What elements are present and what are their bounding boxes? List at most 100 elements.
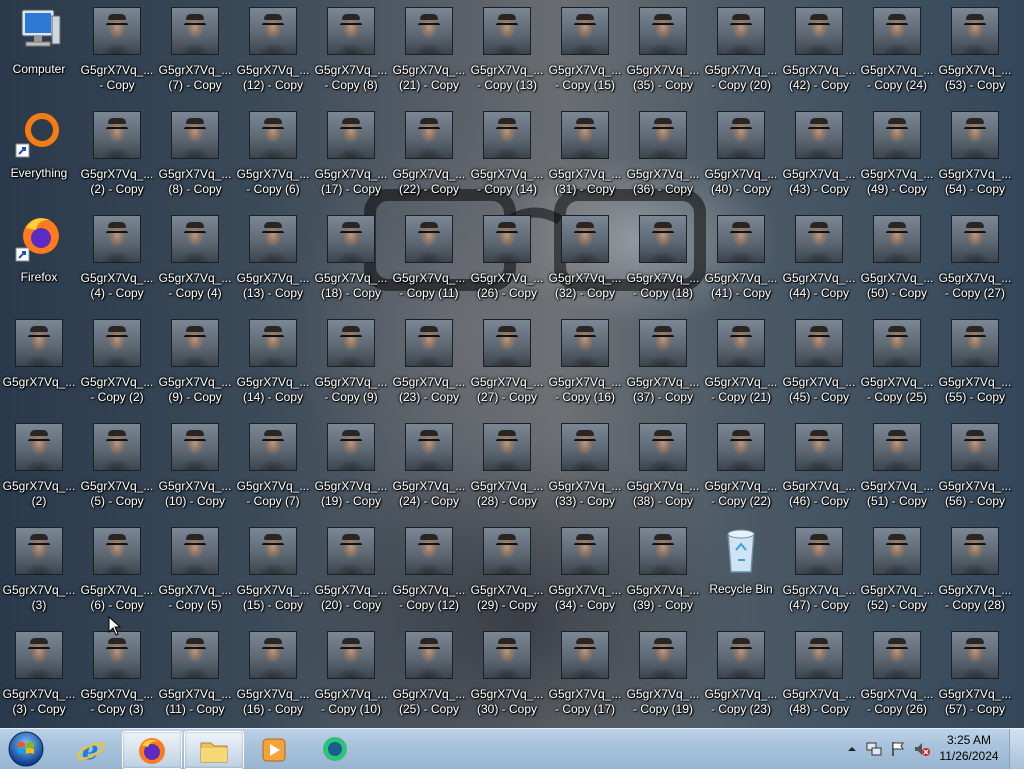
image-file-desktop-icon[interactable]: G5grX7Vq_... - Copy (6) [234,108,312,212]
image-file-desktop-icon[interactable]: G5grX7Vq_... (17) - Copy [312,108,390,212]
image-file-desktop-icon[interactable]: G5grX7Vq_... (43) - Copy [780,108,858,212]
image-file-desktop-icon[interactable]: G5grX7Vq_... (44) - Copy [780,212,858,316]
taskbar-green-chat-app[interactable] [306,731,364,767]
image-file-desktop-icon[interactable]: G5grX7Vq_... (55) - Copy [936,316,1014,420]
image-file-desktop-icon[interactable]: G5grX7Vq_... - Copy (7) [234,420,312,524]
image-file-desktop-icon[interactable]: G5grX7Vq_... (56) - Copy [936,420,1014,524]
image-file-desktop-icon[interactable]: G5grX7Vq_... - Copy [78,4,156,108]
image-file-desktop-icon[interactable]: G5grX7Vq_... - Copy (13) [468,4,546,108]
desktop-background[interactable]: Computer Everything Firefox Recycle Bin G5gr… [0,0,1024,728]
image-file-desktop-icon[interactable]: G5grX7Vq_... (49) - Copy [858,108,936,212]
image-file-desktop-icon[interactable]: G5grX7Vq_... - Copy (9) [312,316,390,420]
image-file-desktop-icon[interactable]: G5grX7Vq_... (51) - Copy [858,420,936,524]
image-file-desktop-icon[interactable]: G5grX7Vq_... - Copy (24) [858,4,936,108]
image-file-desktop-icon[interactable]: G5grX7Vq_... (30) - Copy [468,628,546,728]
image-file-desktop-icon[interactable]: G5grX7Vq_... (42) - Copy [780,4,858,108]
image-file-desktop-icon[interactable]: G5grX7Vq_... - Copy (11) [390,212,468,316]
image-file-desktop-icon[interactable]: G5grX7Vq_... - Copy (4) [156,212,234,316]
image-file-desktop-icon[interactable]: G5grX7Vq_... (3) - Copy [0,628,78,728]
image-file-desktop-icon[interactable]: G5grX7Vq_... (34) - Copy [546,524,624,628]
image-file-desktop-icon[interactable]: G5grX7Vq_... - Copy (14) [468,108,546,212]
image-file-desktop-icon[interactable]: G5grX7Vq_... - Copy (17) [546,628,624,728]
start-button[interactable] [6,730,46,768]
image-file-desktop-icon[interactable]: G5grX7Vq_... - Copy (16) [546,316,624,420]
firefox-desktop-icon[interactable]: Firefox [0,212,78,316]
image-file-desktop-icon[interactable]: G5grX7Vq_... [0,316,78,420]
image-file-desktop-icon[interactable]: G5grX7Vq_... (48) - Copy [780,628,858,728]
image-file-desktop-icon[interactable]: G5grX7Vq_... - Copy (22) [702,420,780,524]
recycle-bin-desktop-icon[interactable]: Recycle Bin [702,524,780,628]
image-file-desktop-icon[interactable]: G5grX7Vq_... - Copy (12) [390,524,468,628]
image-file-desktop-icon[interactable]: G5grX7Vq_... - Copy (27) [936,212,1014,316]
image-file-desktop-icon[interactable]: G5grX7Vq_... (47) - Copy [780,524,858,628]
image-file-desktop-icon[interactable]: G5grX7Vq_... (2) [0,420,78,524]
image-file-desktop-icon[interactable]: G5grX7Vq_... (53) - Copy [936,4,1014,108]
image-file-desktop-icon[interactable]: G5grX7Vq_... (11) - Copy [156,628,234,728]
network-tray-icon[interactable] [866,741,882,757]
image-file-desktop-icon[interactable]: G5grX7Vq_... - Copy (18) [624,212,702,316]
image-file-desktop-icon[interactable]: G5grX7Vq_... - Copy (19) [624,628,702,728]
image-file-desktop-icon[interactable]: G5grX7Vq_... (25) - Copy [390,628,468,728]
image-file-desktop-icon[interactable]: G5grX7Vq_... (18) - Copy [312,212,390,316]
image-file-desktop-icon[interactable]: G5grX7Vq_... (22) - Copy [390,108,468,212]
image-file-desktop-icon[interactable]: G5grX7Vq_... (45) - Copy [780,316,858,420]
image-file-desktop-icon[interactable]: G5grX7Vq_... (14) - Copy [234,316,312,420]
image-file-desktop-icon[interactable]: G5grX7Vq_... (26) - Copy [468,212,546,316]
image-file-desktop-icon[interactable]: G5grX7Vq_... (24) - Copy [390,420,468,524]
image-file-desktop-icon[interactable]: G5grX7Vq_... - Copy (10) [312,628,390,728]
image-file-desktop-icon[interactable]: G5grX7Vq_... (27) - Copy [468,316,546,420]
image-file-desktop-icon[interactable]: G5grX7Vq_... (57) - Copy [936,628,1014,728]
image-file-desktop-icon[interactable]: G5grX7Vq_... (4) - Copy [78,212,156,316]
image-file-desktop-icon[interactable]: G5grX7Vq_... (12) - Copy [234,4,312,108]
image-file-desktop-icon[interactable]: G5grX7Vq_... - Copy (23) [702,628,780,728]
computer-desktop-icon[interactable]: Computer [0,4,78,108]
image-file-desktop-icon[interactable]: G5grX7Vq_... - Copy (15) [546,4,624,108]
taskbar-media-player[interactable] [245,731,303,767]
image-file-desktop-icon[interactable]: G5grX7Vq_... (6) - Copy [78,524,156,628]
image-file-desktop-icon[interactable]: G5grX7Vq_... (13) - Copy [234,212,312,316]
image-file-desktop-icon[interactable]: G5grX7Vq_... (2) - Copy [78,108,156,212]
image-file-desktop-icon[interactable]: G5grX7Vq_... (9) - Copy [156,316,234,420]
taskbar-file-explorer[interactable] [184,731,244,769]
image-file-desktop-icon[interactable]: G5grX7Vq_... (21) - Copy [390,4,468,108]
image-file-desktop-icon[interactable]: G5grX7Vq_... - Copy (8) [312,4,390,108]
image-file-desktop-icon[interactable]: G5grX7Vq_... - Copy (25) [858,316,936,420]
image-file-desktop-icon[interactable]: G5grX7Vq_... (23) - Copy [390,316,468,420]
image-file-desktop-icon[interactable]: G5grX7Vq_... (15) - Copy [234,524,312,628]
show-desktop-button[interactable] [1009,729,1024,769]
image-file-desktop-icon[interactable]: G5grX7Vq_... - Copy (21) [702,316,780,420]
image-file-desktop-icon[interactable]: G5grX7Vq_... - Copy (20) [702,4,780,108]
image-file-desktop-icon[interactable]: G5grX7Vq_... (31) - Copy [546,108,624,212]
taskbar-firefox[interactable] [122,731,182,769]
image-file-desktop-icon[interactable]: G5grX7Vq_... (41) - Copy [702,212,780,316]
taskbar-internet-explorer[interactable]: e [62,731,120,767]
volume-tray-icon[interactable] [914,741,930,757]
everything-desktop-icon[interactable]: Everything [0,108,78,212]
image-file-desktop-icon[interactable]: G5grX7Vq_... (38) - Copy [624,420,702,524]
image-file-desktop-icon[interactable]: G5grX7Vq_... (3) [0,524,78,628]
image-file-desktop-icon[interactable]: G5grX7Vq_... - Copy (28) [936,524,1014,628]
image-file-desktop-icon[interactable]: G5grX7Vq_... (46) - Copy [780,420,858,524]
image-file-desktop-icon[interactable]: G5grX7Vq_... (19) - Copy [312,420,390,524]
image-file-desktop-icon[interactable]: G5grX7Vq_... (33) - Copy [546,420,624,524]
image-file-desktop-icon[interactable]: G5grX7Vq_... (35) - Copy [624,4,702,108]
image-file-desktop-icon[interactable]: G5grX7Vq_... (20) - Copy [312,524,390,628]
image-file-desktop-icon[interactable]: G5grX7Vq_... (28) - Copy [468,420,546,524]
image-file-desktop-icon[interactable]: G5grX7Vq_... (50) - Copy [858,212,936,316]
image-file-desktop-icon[interactable]: G5grX7Vq_... - Copy (3) [78,628,156,728]
image-file-desktop-icon[interactable]: G5grX7Vq_... - Copy (5) [156,524,234,628]
image-file-desktop-icon[interactable]: G5grX7Vq_... - Copy (26) [858,628,936,728]
image-file-desktop-icon[interactable]: G5grX7Vq_... (37) - Copy [624,316,702,420]
image-file-desktop-icon[interactable]: G5grX7Vq_... (16) - Copy [234,628,312,728]
image-file-desktop-icon[interactable]: G5grX7Vq_... (36) - Copy [624,108,702,212]
image-file-desktop-icon[interactable]: G5grX7Vq_... - Copy (2) [78,316,156,420]
image-file-desktop-icon[interactable]: G5grX7Vq_... (52) - Copy [858,524,936,628]
image-file-desktop-icon[interactable]: G5grX7Vq_... (39) - Copy [624,524,702,628]
image-file-desktop-icon[interactable]: G5grX7Vq_... (7) - Copy [156,4,234,108]
image-file-desktop-icon[interactable]: G5grX7Vq_... (54) - Copy [936,108,1014,212]
taskbar-clock[interactable]: 3:25 AM 11/26/2024 [934,732,1004,764]
show-hidden-icons-button[interactable] [844,741,860,757]
image-file-desktop-icon[interactable]: G5grX7Vq_... (40) - Copy [702,108,780,212]
image-file-desktop-icon[interactable]: G5grX7Vq_... (29) - Copy [468,524,546,628]
image-file-desktop-icon[interactable]: G5grX7Vq_... (5) - Copy [78,420,156,524]
